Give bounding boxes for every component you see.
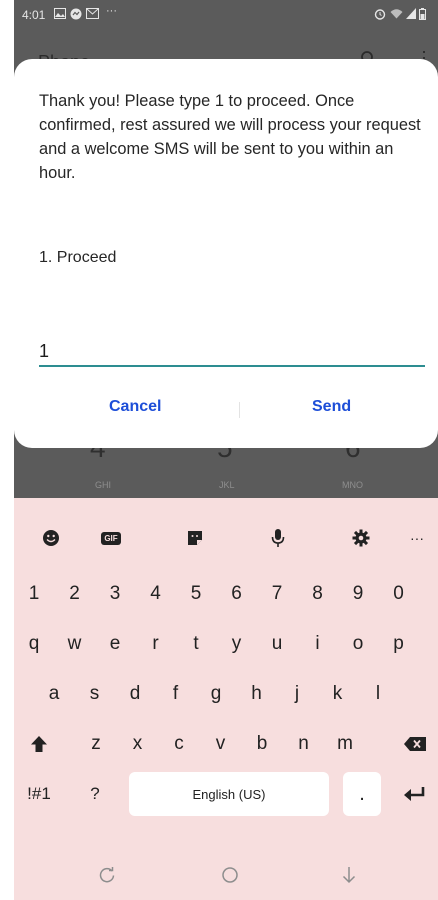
key-a[interactable]: a <box>34 672 74 716</box>
gallery-icon <box>54 8 66 22</box>
dialer-letters-ghi: GHI <box>95 480 112 490</box>
key-u[interactable]: u <box>257 622 297 666</box>
space-key[interactable]: English (US) <box>129 772 329 816</box>
key-6[interactable]: 6 <box>217 572 257 616</box>
key-q[interactable]: q <box>14 622 54 666</box>
button-divider <box>239 402 240 418</box>
home-icon[interactable] <box>210 862 250 888</box>
dialer-letters-jkl: JKL <box>219 480 235 490</box>
key-7[interactable]: 7 <box>257 572 297 616</box>
dialog-message: Thank you! Please type 1 to proceed. Onc… <box>39 92 421 182</box>
key-d[interactable]: d <box>115 672 155 716</box>
more-notifications-icon: ··· <box>106 5 117 17</box>
dialer-letters-mno: MNO <box>342 480 363 490</box>
key-0[interactable]: 0 <box>379 572 419 616</box>
key-c[interactable]: c <box>159 722 199 766</box>
key-k[interactable]: k <box>318 672 358 716</box>
left-border <box>0 0 14 900</box>
more-icon[interactable]: ··· <box>397 522 437 554</box>
symbols-key[interactable]: !#1 <box>14 772 64 816</box>
key-y[interactable]: y <box>217 622 257 666</box>
key-o[interactable]: o <box>338 622 378 666</box>
enter-key[interactable] <box>392 772 438 816</box>
key-x[interactable]: x <box>118 722 158 766</box>
key-f[interactable]: f <box>156 672 196 716</box>
key-e[interactable]: e <box>95 622 135 666</box>
key-b[interactable]: b <box>242 722 282 766</box>
key-r[interactable]: r <box>136 622 176 666</box>
status-bar: 4:01 ··· <box>14 0 438 30</box>
key-3[interactable]: 3 <box>95 572 135 616</box>
send-button[interactable]: Send <box>312 398 351 416</box>
recent-apps-icon[interactable] <box>87 862 127 888</box>
key-1[interactable]: 1 <box>14 572 54 616</box>
key-n[interactable]: n <box>284 722 324 766</box>
cancel-button[interactable]: Cancel <box>109 398 161 416</box>
alarm-icon <box>374 8 386 23</box>
battery-icon <box>419 8 426 23</box>
key-i[interactable]: i <box>298 622 338 666</box>
key-h[interactable]: h <box>237 672 277 716</box>
period-key[interactable]: . <box>343 772 381 816</box>
wifi-icon <box>390 8 403 22</box>
key-j[interactable]: j <box>277 672 317 716</box>
key-v[interactable]: v <box>201 722 241 766</box>
gif-icon[interactable]: GIF <box>91 522 131 554</box>
mic-icon[interactable] <box>258 522 298 554</box>
ussd-dialog: Thank you! Please type 1 to proceed. Onc… <box>14 59 438 448</box>
sticker-icon[interactable] <box>175 522 215 554</box>
signal-icon <box>406 8 416 22</box>
emoji-icon[interactable] <box>31 522 71 554</box>
key-9[interactable]: 9 <box>338 572 378 616</box>
question-key[interactable]: ? <box>77 772 113 816</box>
key-w[interactable]: w <box>55 622 95 666</box>
messenger-icon <box>70 8 82 23</box>
gif-label: GIF <box>101 531 121 545</box>
key-m[interactable]: m <box>325 722 365 766</box>
key-2[interactable]: 2 <box>55 572 95 616</box>
key-t[interactable]: t <box>176 622 216 666</box>
settings-icon[interactable] <box>341 522 381 554</box>
reply-input[interactable] <box>39 337 425 367</box>
back-icon[interactable] <box>329 862 369 888</box>
key-s[interactable]: s <box>75 672 115 716</box>
key-p[interactable]: p <box>379 622 419 666</box>
key-g[interactable]: g <box>196 672 236 716</box>
key-5[interactable]: 5 <box>176 572 216 616</box>
status-time: 4:01 <box>22 8 46 22</box>
phone-screen: 4:01 ··· Phone ⋮ 4 GHI 5 JKL <box>14 0 438 900</box>
dialog-option-proceed: 1. Proceed <box>39 249 117 266</box>
key-l[interactable]: l <box>358 672 398 716</box>
backspace-key[interactable] <box>392 722 438 766</box>
key-8[interactable]: 8 <box>298 572 338 616</box>
gmail-icon <box>86 8 99 22</box>
key-4[interactable]: 4 <box>136 572 176 616</box>
key-z[interactable]: z <box>76 722 116 766</box>
shift-key[interactable] <box>14 722 64 766</box>
